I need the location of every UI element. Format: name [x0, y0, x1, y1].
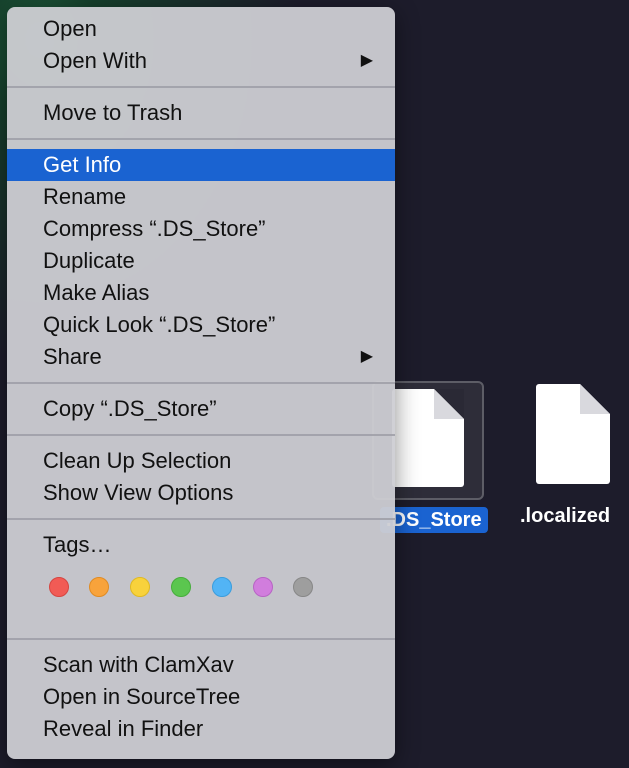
context-menu: Open Open With ▶ Move to Trash Get Info …: [7, 7, 395, 759]
menu-item-show-view-options[interactable]: Show View Options: [7, 477, 395, 509]
menu-spacer: [7, 619, 395, 629]
menu-item-label: Open: [43, 16, 97, 41]
menu-item-label: Reveal in Finder: [43, 716, 204, 741]
menu-item-quick-look[interactable]: Quick Look “.DS_Store”: [7, 309, 395, 341]
menu-item-label: Make Alias: [43, 280, 150, 305]
menu-item-label: Tags…: [43, 532, 112, 557]
tag-yellow-icon[interactable]: [130, 577, 150, 597]
document-icon[interactable]: [536, 384, 610, 484]
tag-purple-icon[interactable]: [253, 577, 273, 597]
menu-item-label: Scan with ClamXav: [43, 652, 234, 677]
menu-item-label: Compress “.DS_Store”: [43, 216, 266, 241]
submenu-arrow-icon: ▶: [360, 52, 373, 69]
menu-item-label: Clean Up Selection: [43, 448, 232, 473]
submenu-arrow-icon: ▶: [360, 348, 373, 365]
menu-item-duplicate[interactable]: Duplicate: [7, 245, 395, 277]
menu-item-scan-with-clamxav[interactable]: Scan with ClamXav: [7, 649, 395, 681]
menu-separator: [7, 629, 395, 649]
menu-item-label: Copy “.DS_Store”: [43, 396, 217, 421]
file-label-localized[interactable]: .localized: [520, 503, 610, 529]
tag-gray-icon[interactable]: [293, 577, 313, 597]
menu-item-share[interactable]: Share ▶: [7, 341, 395, 373]
menu-item-tags[interactable]: Tags…: [7, 529, 395, 561]
menu-separator: [7, 425, 395, 445]
menu-item-open[interactable]: Open: [7, 13, 395, 45]
menu-item-label: Quick Look “.DS_Store”: [43, 312, 276, 337]
menu-separator: [7, 77, 395, 97]
document-fold-inner: [580, 384, 610, 414]
menu-separator: [7, 509, 395, 529]
menu-item-rename[interactable]: Rename: [7, 181, 395, 213]
menu-item-get-info[interactable]: Get Info: [7, 149, 395, 181]
menu-item-label: Get Info: [43, 152, 122, 177]
menu-item-label: Share: [43, 344, 102, 369]
menu-item-label: Open in SourceTree: [43, 684, 241, 709]
menu-item-move-to-trash[interactable]: Move to Trash: [7, 97, 395, 129]
menu-item-copy[interactable]: Copy “.DS_Store”: [7, 393, 395, 425]
menu-item-label: Open With: [43, 48, 147, 73]
tag-red-icon[interactable]: [49, 577, 69, 597]
menu-item-label: Show View Options: [43, 480, 234, 505]
menu-item-compress[interactable]: Compress “.DS_Store”: [7, 213, 395, 245]
tag-orange-icon[interactable]: [89, 577, 109, 597]
menu-separator: [7, 129, 395, 149]
tag-colors-row: [7, 561, 395, 619]
menu-item-label: Duplicate: [43, 248, 135, 273]
tag-green-icon[interactable]: [171, 577, 191, 597]
menu-item-clean-up-selection[interactable]: Clean Up Selection: [7, 445, 395, 477]
menu-separator: [7, 373, 395, 393]
menu-item-make-alias[interactable]: Make Alias: [7, 277, 395, 309]
document-fold-inner: [434, 389, 464, 419]
document-icon[interactable]: [392, 389, 464, 487]
menu-item-label: Move to Trash: [43, 100, 183, 125]
menu-item-open-in-sourcetree[interactable]: Open in SourceTree: [7, 681, 395, 713]
tag-blue-icon[interactable]: [212, 577, 232, 597]
menu-item-label: Rename: [43, 184, 127, 209]
file-label-ds-store[interactable]: .DS_Store: [380, 507, 488, 533]
menu-item-open-with[interactable]: Open With ▶: [7, 45, 395, 77]
menu-item-reveal-in-finder[interactable]: Reveal in Finder: [7, 713, 395, 745]
